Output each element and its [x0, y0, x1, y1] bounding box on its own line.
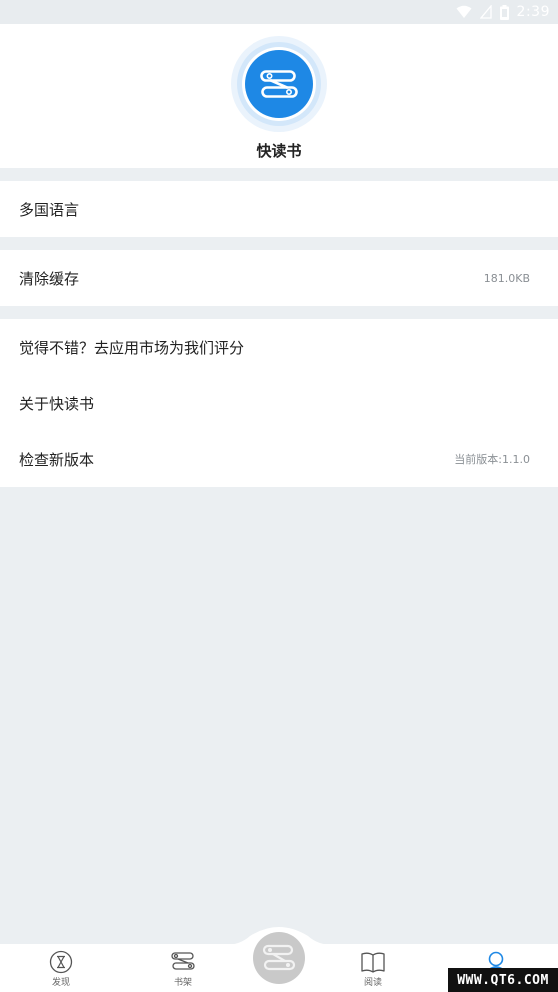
settings-row-about[interactable]: 关于快读书 [0, 375, 558, 431]
settings-row-language[interactable]: 多国语言 [0, 181, 558, 237]
book-shelf-logo-icon [262, 944, 296, 971]
open-book-icon [361, 952, 385, 973]
row-label: 关于快读书 [19, 394, 95, 413]
status-icons: 2:39 [456, 2, 550, 22]
status-time: 2:39 [516, 4, 550, 20]
settings-group-language: 多国语言 [0, 181, 558, 237]
row-label: 清除缓存 [19, 269, 80, 288]
row-label: 检查新版本 [19, 450, 95, 469]
battery-icon [499, 4, 509, 20]
version-value: 当前版本:1.1.0 [454, 453, 530, 466]
nav-label: 阅读 [363, 978, 382, 988]
row-label: 觉得不错？去应用市场为我们评分 [19, 338, 245, 357]
bookshelf-icon [171, 952, 195, 970]
app-logo[interactable] [229, 34, 329, 134]
settings-row-check-update[interactable]: 检查新版本 当前版本:1.1.0 [0, 431, 558, 487]
settings-row-rate-app[interactable]: 觉得不错？去应用市场为我们评分 [0, 319, 558, 375]
profile-header: 快读书 [0, 24, 558, 168]
nav-label: 书架 [173, 978, 192, 988]
nav-item-bookshelf[interactable]: 书架 [148, 944, 218, 992]
hourglass-icon [49, 950, 73, 974]
center-bookshelf-button[interactable] [253, 932, 305, 984]
settings-group-cache: 清除缓存 181.0KB [0, 250, 558, 306]
signal-icon [479, 5, 492, 19]
settings-row-clear-cache[interactable]: 清除缓存 181.0KB [0, 250, 558, 306]
nav-label: 发现 [51, 978, 70, 988]
wifi-icon [456, 5, 472, 18]
site-watermark: WWW.QT6.COM [448, 968, 558, 992]
nav-item-discover[interactable]: 发现 [26, 944, 96, 992]
cache-size-value: 181.0KB [483, 271, 530, 285]
row-label: 多国语言 [19, 200, 80, 219]
book-shelf-logo-icon [231, 36, 327, 132]
nav-item-reading[interactable]: 阅读 [338, 944, 408, 992]
status-bar: 2:39 [0, 0, 558, 24]
app-name: 快读书 [256, 142, 302, 160]
settings-group-about: 觉得不错？去应用市场为我们评分 关于快读书 检查新版本 当前版本:1.1.0 [0, 319, 558, 487]
